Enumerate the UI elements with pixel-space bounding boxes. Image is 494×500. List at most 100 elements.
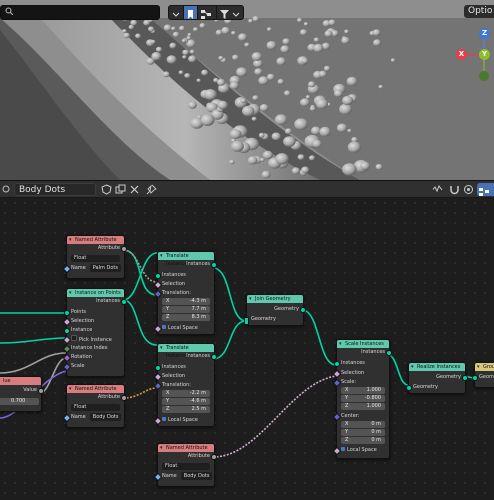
translation-z-field[interactable]: Z 8.3 m	[162, 314, 210, 321]
instances-input-socket[interactable]	[334, 361, 340, 367]
group-output-node[interactable]: Grou Geom	[472, 362, 494, 388]
translate-instances-node[interactable]: Translate Instances Instances Instances …	[153, 343, 217, 427]
named-attribute-node[interactable]: Named Attribute Attribute Float NameBody…	[153, 443, 217, 487]
node-header[interactable]: Join Geometry	[247, 295, 303, 303]
scale-z-field[interactable]: Z 1.000	[341, 403, 385, 410]
name-input-field[interactable]: Body Dots	[89, 413, 122, 421]
translation-y-field[interactable]: Y 7.7 m	[162, 306, 210, 313]
instances-output-label: Instances	[186, 353, 210, 359]
fake-user-shield-icon[interactable]	[101, 184, 112, 195]
realize-instances-node[interactable]: Realize Instances Geometry Geometry	[406, 362, 468, 394]
node-header[interactable]: Translate Instances	[158, 252, 214, 267]
checkbox-icon[interactable]	[341, 447, 345, 451]
attribute-output-label: Attribute	[97, 245, 120, 251]
bookmark-toggle-button[interactable]	[183, 5, 198, 20]
named-attribute-node[interactable]: Named Attribute Attribute Float NameBody…	[62, 384, 127, 428]
data-type-dropdown[interactable]: Float	[162, 463, 210, 470]
filter-dropdown[interactable]	[216, 5, 244, 20]
value-node[interactable]: lue Value 0.700	[0, 376, 44, 412]
instances-input-socket[interactable]	[155, 273, 161, 279]
node-editor-canvas[interactable]: Named Attribute Attribute Float NamePalm…	[0, 198, 494, 500]
instance-input-socket[interactable]	[64, 328, 70, 334]
node-header[interactable]: Named Attribute	[158, 444, 214, 452]
geometry-multi-input-socket[interactable]	[244, 317, 249, 325]
node-header[interactable]: Realize Instances	[409, 363, 465, 371]
name-input-field[interactable]: Body Dots	[180, 472, 213, 480]
snap-magnet-icon[interactable]	[449, 184, 460, 195]
geometry-input-label: Geometry	[413, 384, 438, 390]
value-output-socket[interactable]	[38, 388, 44, 394]
proportional-icon[interactable]	[463, 184, 474, 195]
view-toggle-button[interactable]	[168, 5, 184, 20]
node-header[interactable]: Scale Instances	[337, 340, 389, 348]
hierarchy-icon	[201, 10, 211, 19]
node-header[interactable]: lue	[0, 377, 41, 385]
value-field[interactable]: 0.700	[0, 398, 39, 405]
viewport-search-field[interactable]	[0, 5, 160, 20]
translation-x-field[interactable]: X -4.3 m	[162, 298, 210, 305]
center-y-field[interactable]: Y 0 m	[341, 429, 385, 436]
instances-input-socket[interactable]	[155, 365, 161, 371]
unlink-x-icon[interactable]	[129, 184, 140, 195]
scale-y-field[interactable]: Y -0.800	[341, 395, 385, 402]
checkbox-icon[interactable]	[162, 325, 166, 329]
checkbox-icon[interactable]	[162, 417, 166, 421]
center-x-field[interactable]: X 0 m	[341, 421, 385, 428]
instances-output-socket[interactable]	[386, 350, 392, 356]
scale-x-field[interactable]: X 1.000	[341, 387, 385, 394]
node-tree-name-field[interactable]: Body Dots	[14, 183, 96, 196]
local-space-label: Local Space	[347, 447, 377, 453]
x-value: 1.000	[366, 387, 381, 393]
node-header[interactable]: Instance on Points	[67, 289, 124, 297]
gizmo-neg-y-axis[interactable]	[479, 71, 489, 81]
attribute-output-socket[interactable]	[121, 246, 127, 252]
pick-instance-checkbox[interactable]: Pick Instance	[71, 335, 120, 343]
named-attribute-node[interactable]: Named Attribute Attribute Float NamePalm…	[62, 235, 127, 279]
options-button[interactable]: Optio	[464, 5, 494, 18]
node-header[interactable]: Named Attribute	[67, 236, 124, 244]
local-space-checkbox[interactable]: Local Space	[341, 446, 385, 454]
attribute-output-socket[interactable]	[121, 395, 127, 401]
gizmo-x-axis[interactable]: X	[456, 49, 467, 60]
local-space-checkbox[interactable]: Local Space	[162, 324, 210, 332]
instances-output-socket[interactable]	[211, 262, 217, 268]
gizmo-y-axis[interactable]: Y	[479, 49, 490, 60]
geometry-input-socket[interactable]	[406, 385, 412, 391]
3d-viewport[interactable]: Optio Z Y X	[0, 0, 494, 180]
hierarchy-button[interactable]	[197, 5, 217, 20]
node-tree-icon[interactable]	[1, 184, 12, 195]
translation-x-field[interactable]: X -2.2 m	[162, 390, 210, 397]
geometry-output-socket[interactable]	[462, 375, 468, 381]
instances-output-socket[interactable]	[211, 354, 217, 360]
instances-output-socket[interactable]	[121, 299, 127, 305]
viewport-header: Optio	[0, 0, 494, 20]
translation-y-field[interactable]: Y -4.6 m	[162, 398, 210, 405]
data-type-dropdown[interactable]: Float	[71, 255, 120, 262]
geometry-input-socket[interactable]	[472, 375, 478, 381]
node-layout-dropdown[interactable]	[477, 183, 494, 196]
local-space-checkbox[interactable]: Local Space	[162, 416, 210, 424]
translate-instances-node[interactable]: Translate Instances Instances Instances …	[153, 251, 217, 335]
scale-instances-node[interactable]: Scale Instances Instances Instances Sele…	[332, 339, 392, 459]
join-geometry-node[interactable]: Join Geometry Geometry Geometry	[244, 294, 306, 326]
instance-on-points-node[interactable]: Instance on Points Instances Points Sele…	[62, 288, 127, 377]
node-header[interactable]: Grou	[475, 363, 494, 371]
attribute-output-socket[interactable]	[211, 454, 217, 460]
gizmo-z-axis[interactable]: Z	[479, 28, 490, 39]
points-input-socket[interactable]	[64, 310, 70, 316]
pin-icon[interactable]	[146, 184, 157, 195]
geometry-output-socket[interactable]	[300, 307, 306, 313]
node-header[interactable]: Named Attribute	[67, 385, 124, 393]
duplicate-icon[interactable]	[115, 184, 126, 195]
checkbox-icon[interactable]	[71, 335, 77, 341]
name-input-field[interactable]: Palm Dots	[89, 264, 121, 272]
node-header[interactable]: Translate Instances	[158, 344, 214, 359]
y-value: -0.800	[364, 395, 381, 401]
center-z-field[interactable]: Z 0 m	[341, 437, 385, 444]
z-label: Z	[166, 314, 170, 320]
translation-z-field[interactable]: Z 2.5 m	[162, 406, 210, 413]
overlay-toggle-icon[interactable]	[432, 184, 443, 195]
scale-input-label: Scale	[71, 363, 85, 369]
z-value: 0 m	[371, 437, 381, 443]
data-type-dropdown[interactable]: Float	[71, 404, 120, 411]
